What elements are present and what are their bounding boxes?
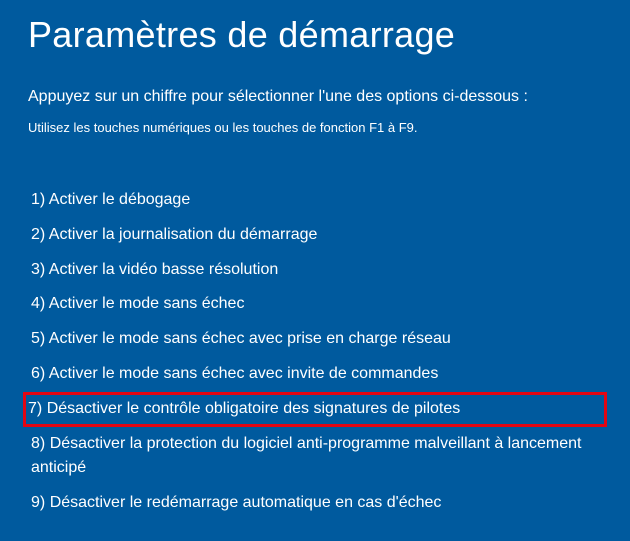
option-5[interactable]: 5) Activer le mode sans échec avec prise… — [28, 322, 602, 357]
option-number: 5) — [31, 330, 45, 347]
option-3[interactable]: 3) Activer la vidéo basse résolution — [28, 253, 602, 288]
instruction-text: Appuyez sur un chiffre pour sélectionner… — [28, 88, 602, 106]
option-2[interactable]: 2) Activer la journalisation du démarrag… — [28, 218, 602, 253]
option-number: 8) — [31, 435, 45, 452]
option-label: Activer le mode sans échec avec invite d… — [49, 365, 439, 382]
option-number: 6) — [31, 365, 45, 382]
option-7[interactable]: 7) Désactiver le contrôle obligatoire de… — [23, 392, 607, 427]
option-label: Activer le mode sans échec avec prise en… — [49, 330, 451, 347]
option-number: 2) — [31, 226, 45, 243]
option-label: Activer le mode sans échec — [49, 295, 245, 312]
option-1[interactable]: 1) Activer le débogage — [28, 183, 602, 218]
option-6[interactable]: 6) Activer le mode sans échec avec invit… — [28, 357, 602, 392]
option-number: 3) — [31, 261, 45, 278]
option-label: Activer la vidéo basse résolution — [49, 261, 278, 278]
options-list: 1) Activer le débogage 2) Activer la jou… — [28, 183, 602, 521]
option-number: 4) — [31, 295, 45, 312]
page-title: Paramètres de démarrage — [28, 14, 602, 56]
option-4[interactable]: 4) Activer le mode sans échec — [28, 287, 602, 322]
startup-settings-screen: Paramètres de démarrage Appuyez sur un c… — [0, 0, 630, 541]
option-number: 1) — [31, 191, 45, 208]
option-8[interactable]: 8) Désactiver la protection du logiciel … — [28, 427, 602, 487]
option-label: Activer la journalisation du démarrage — [49, 226, 318, 243]
option-label: Désactiver le contrôle obligatoire des s… — [47, 400, 461, 417]
option-9[interactable]: 9) Désactiver le redémarrage automatique… — [28, 486, 602, 521]
hint-text: Utilisez les touches numériques ou les t… — [28, 120, 602, 135]
option-label: Activer le débogage — [49, 191, 190, 208]
option-number: 7) — [28, 400, 42, 417]
option-label: Désactiver la protection du logiciel ant… — [31, 435, 582, 477]
